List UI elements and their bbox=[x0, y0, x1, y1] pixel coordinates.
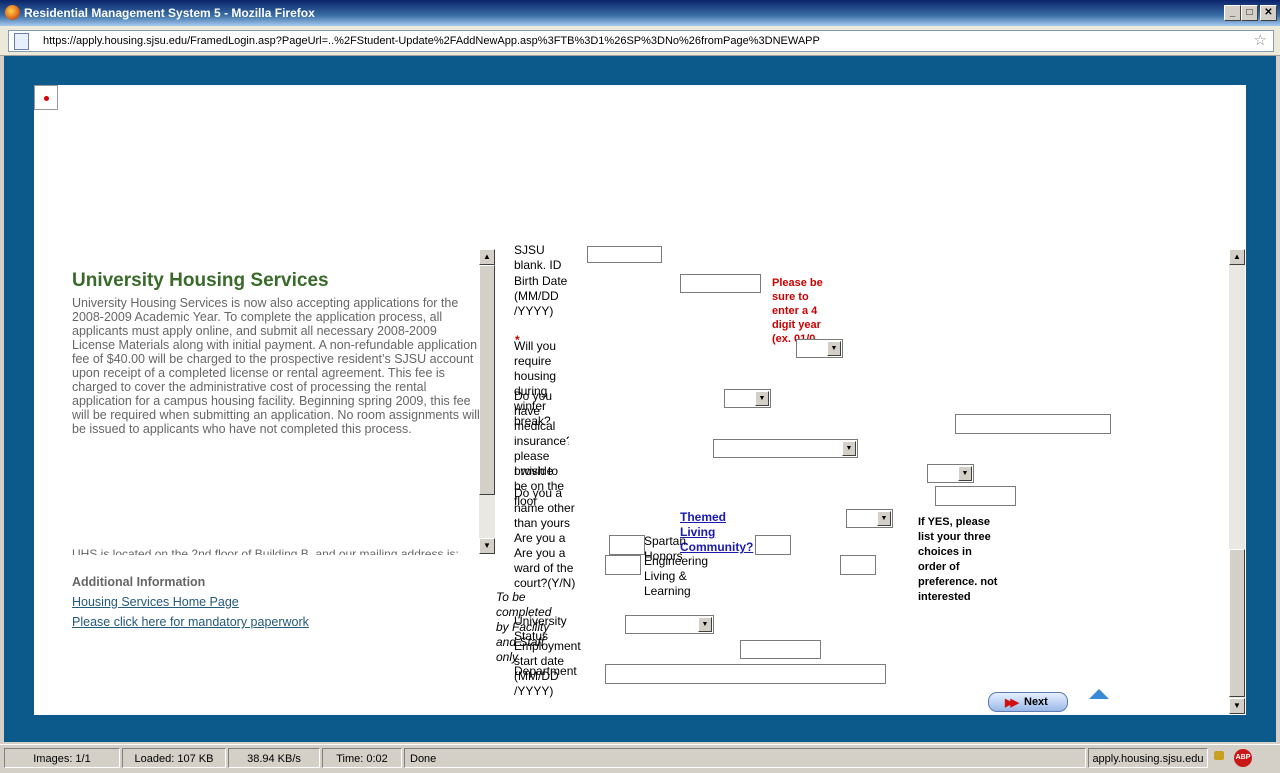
floor-preference-select[interactable]: ▼ bbox=[927, 464, 974, 483]
other-name-label: Do you a name other than yours Are you a… bbox=[514, 486, 575, 545]
window-title: Residential Management System 5 - Mozill… bbox=[24, 6, 315, 20]
address-text-clipped: UHS is located on the 2nd floor of Build… bbox=[72, 547, 459, 555]
department-input[interactable] bbox=[605, 664, 886, 684]
carrier-select[interactable]: ▼ bbox=[713, 439, 858, 458]
left-scrollbar[interactable]: ▲ ▼ bbox=[479, 249, 495, 554]
birth-date-input[interactable] bbox=[680, 274, 761, 293]
firefox-icon bbox=[5, 5, 20, 20]
other-name-input[interactable] bbox=[935, 486, 1016, 506]
minimize-button[interactable]: _ bbox=[1224, 5, 1241, 21]
double-arrow-right-icon: ▶▶ bbox=[1005, 697, 1019, 709]
scroll-thumb[interactable] bbox=[479, 265, 495, 495]
status-images: Images: 1/1 bbox=[4, 748, 120, 768]
window-title-bar: Residential Management System 5 - Mozill… bbox=[0, 0, 1280, 26]
chevron-down-icon: ▼ bbox=[958, 466, 972, 481]
engineering-living-label: Engineering Living & Learning bbox=[644, 554, 709, 598]
status-time: Time: 0:02 bbox=[322, 748, 402, 768]
back-to-top-icon[interactable] bbox=[1089, 689, 1109, 699]
medical-insurance-select[interactable]: ▼ bbox=[724, 389, 771, 408]
sjsu-id-label: SJSU blank. ID bbox=[514, 243, 562, 269]
chevron-down-icon: ▼ bbox=[698, 617, 712, 632]
spartan-honors-rank-input[interactable] bbox=[609, 535, 645, 555]
status-bar: Images: 1/1 Loaded: 107 KB 38.94 KB/s Ti… bbox=[0, 744, 1280, 773]
ward-of-court-select[interactable]: ▼ bbox=[846, 509, 893, 528]
status-speed: 38.94 KB/s bbox=[228, 748, 320, 768]
scroll-thumb[interactable] bbox=[1229, 549, 1245, 697]
department-label: Department bbox=[514, 664, 577, 678]
page-icon bbox=[14, 33, 29, 50]
medical-insurance-label: Do you have medical insurance? please pr… bbox=[514, 389, 569, 475]
address-toolbar: https://apply.housing.sjsu.edu/FramedLog… bbox=[0, 26, 1280, 56]
bookmark-star-icon[interactable]: ☆ bbox=[1254, 31, 1267, 49]
employment-start-input[interactable] bbox=[740, 640, 821, 659]
winter-housing-select[interactable]: ▼ bbox=[796, 339, 843, 358]
broken-image-icon bbox=[34, 85, 58, 110]
chevron-down-icon: ▼ bbox=[842, 441, 856, 456]
close-button[interactable]: ✕ bbox=[1260, 5, 1277, 21]
chevron-down-icon: ▼ bbox=[877, 511, 891, 526]
intro-text: University Housing Services is now also … bbox=[72, 296, 480, 436]
scroll-up-arrow-icon[interactable]: ▲ bbox=[479, 249, 495, 265]
status-loaded: Loaded: 107 KB bbox=[122, 748, 226, 768]
birth-date-label: Birth Date (MM/DD /YYYY) bbox=[514, 274, 568, 318]
next-button[interactable]: ▶▶ Next bbox=[988, 692, 1068, 712]
page-heading: University Housing Services bbox=[72, 270, 329, 291]
status-text: Done bbox=[404, 748, 1086, 768]
mandatory-paperwork-link[interactable]: Please click here for mandatory paperwor… bbox=[72, 615, 309, 629]
engineering-rank-input[interactable] bbox=[605, 555, 641, 575]
maximize-button[interactable]: □ bbox=[1241, 5, 1258, 21]
insurance-carrier-input[interactable] bbox=[955, 414, 1111, 434]
university-status-select[interactable]: ▼ bbox=[625, 615, 714, 634]
status-domain: apply.housing.sjsu.edu bbox=[1088, 748, 1208, 768]
other-community-rank-input[interactable] bbox=[840, 555, 876, 575]
adblock-icon[interactable]: ABP bbox=[1234, 749, 1252, 767]
housing-home-link[interactable]: Housing Services Home Page bbox=[72, 595, 239, 609]
chevron-down-icon: ▼ bbox=[755, 391, 769, 406]
form-scrollbar[interactable]: ▲ ▼ bbox=[1229, 249, 1245, 714]
scroll-down-arrow-icon[interactable]: ▼ bbox=[1229, 698, 1245, 714]
chevron-down-icon: ▼ bbox=[827, 341, 841, 356]
sjsu-id-input[interactable] bbox=[587, 246, 662, 263]
additional-info-heading: Additional Information bbox=[72, 575, 206, 589]
scroll-up-arrow-icon[interactable]: ▲ bbox=[1229, 249, 1245, 265]
themed-instructions: If YES, please list your three choices i… bbox=[918, 516, 998, 603]
url-text[interactable]: https://apply.housing.sjsu.edu/FramedLog… bbox=[43, 35, 820, 47]
address-field[interactable]: https://apply.housing.sjsu.edu/FramedLog… bbox=[8, 30, 1274, 52]
themed-rank-input[interactable] bbox=[755, 535, 791, 555]
lock-icon[interactable] bbox=[1214, 751, 1224, 760]
scroll-down-arrow-icon[interactable]: ▼ bbox=[479, 538, 495, 554]
